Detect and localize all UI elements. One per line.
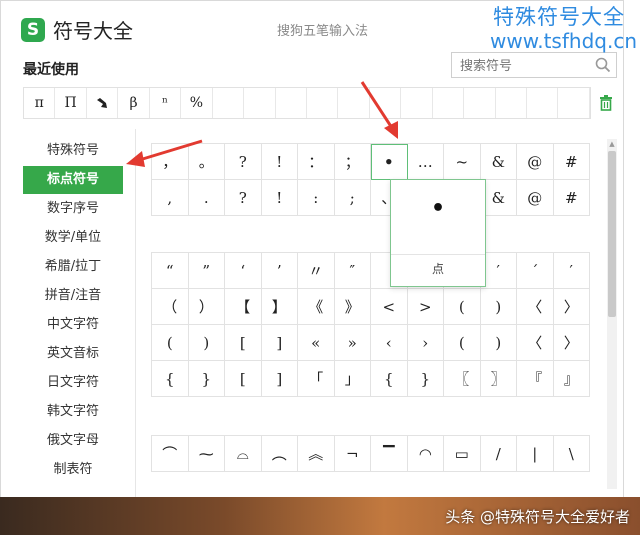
arrow-left [135, 139, 203, 163]
arrow-top-head-icon [384, 121, 398, 139]
arrow-top [360, 81, 394, 129]
arrow-left-head-icon [126, 151, 145, 167]
annotation-arrows [126, 81, 398, 167]
